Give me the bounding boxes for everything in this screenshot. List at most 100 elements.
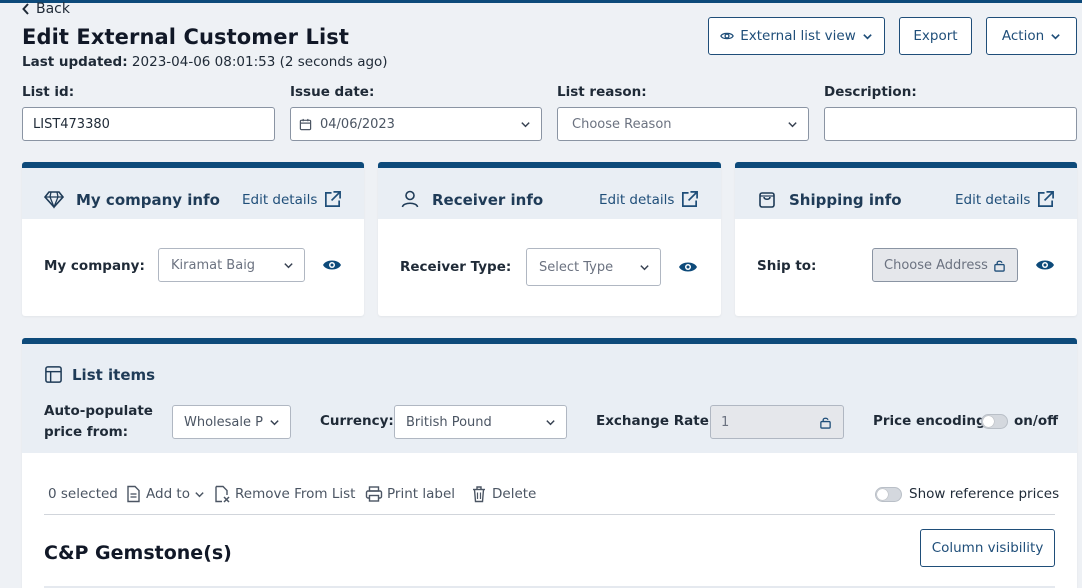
selected-count: 0 selected [48, 486, 118, 502]
chevron-down-icon [788, 122, 797, 128]
currency-label: Currency: [320, 413, 394, 429]
export-button[interactable]: Export [899, 17, 972, 55]
chevron-down-icon [270, 420, 279, 426]
chevron-down-icon [521, 122, 530, 128]
section-title: C&P Gemstone(s) [44, 542, 232, 564]
calendar-icon [299, 118, 312, 130]
external-link-icon [325, 191, 342, 208]
page-title: Edit External Customer List [22, 25, 350, 49]
back-link[interactable]: Back [22, 1, 70, 17]
auto-populate-value: Wholesale P [184, 414, 263, 430]
edit-shipping-details-link[interactable]: Edit details [955, 190, 1055, 209]
list-reason-placeholder: Choose Reason [572, 116, 672, 132]
last-updated-label: Last updated: [22, 54, 128, 70]
eye-icon [720, 32, 735, 40]
show-reference-prices-toggle[interactable] [875, 487, 902, 502]
selected-count-text: 0 selected [48, 486, 118, 502]
issue-date-label: Issue date: [290, 84, 375, 100]
receiver-card: Receiver info Edit details Receiver Type… [378, 162, 721, 316]
trash-icon [473, 486, 485, 503]
auto-populate-label-line-2: price from: [44, 424, 129, 440]
edit-receiver-details-link[interactable]: Edit details [599, 190, 699, 209]
chevron-down-icon [284, 263, 293, 269]
shipping-card: Shipping info Edit details Ship to: Choo… [735, 162, 1077, 316]
price-encoding-toggle-label: on/off [1014, 413, 1059, 429]
eye-icon[interactable] [678, 257, 698, 277]
receiver-type-select[interactable]: Select Type [526, 248, 661, 286]
list-id-label: List id: [22, 84, 75, 100]
issue-date-value: 04/06/2023 [320, 116, 395, 132]
external-list-view-button[interactable]: External list view [708, 17, 885, 55]
edit-company-details-link[interactable]: Edit details [242, 190, 342, 209]
diamond-icon [44, 191, 64, 209]
choose-address-placeholder: Choose Address [884, 257, 988, 273]
auto-populate-label: Auto-populate price from: [44, 401, 153, 443]
printer-icon [365, 486, 383, 502]
card-title: Receiver info [432, 191, 544, 209]
list-id-input[interactable]: LIST473380 [22, 107, 275, 141]
divider [44, 514, 1055, 515]
chevron-down-icon [640, 265, 649, 271]
add-to-label: Add to [146, 486, 190, 502]
my-company-value: Kiramat Baig [171, 257, 256, 273]
price-encoding-toggle[interactable] [981, 414, 1008, 429]
user-icon [401, 190, 419, 208]
my-company-select[interactable]: Kiramat Baig [158, 248, 305, 282]
column-visibility-button[interactable]: Column visibility [920, 529, 1055, 567]
eye-icon[interactable] [322, 255, 342, 275]
delete-button[interactable]: Delete [470, 485, 536, 503]
list-items-title: List items [72, 366, 156, 384]
receiver-type-label: Receiver Type: [400, 259, 512, 275]
chevron-down-icon [546, 420, 555, 426]
last-updated: Last updated: 2023-04-06 08:01:53 (2 sec… [22, 54, 388, 70]
my-company-label: My company: [44, 258, 145, 274]
chevron-down-icon [195, 491, 204, 497]
receiver-type-placeholder: Select Type [539, 259, 614, 275]
auto-populate-select[interactable]: Wholesale P [172, 405, 291, 439]
lock-icon [994, 260, 1005, 272]
my-company-card: My company info Edit details My company:… [22, 162, 364, 316]
chevron-left-icon [22, 3, 29, 15]
column-visibility-label: Column visibility [931, 540, 1044, 556]
remove-label: Remove From List [235, 486, 356, 502]
list-reason-select[interactable]: Choose Reason [557, 107, 809, 141]
remove-from-list-button[interactable]: Remove From List [213, 485, 355, 503]
choose-address-select[interactable]: Choose Address [872, 248, 1018, 282]
action-button[interactable]: Action [986, 17, 1077, 55]
show-reference-prices-label: Show reference prices [909, 486, 1060, 502]
chevron-down-icon [862, 33, 872, 40]
issue-date-input[interactable]: 04/06/2023 [290, 107, 542, 141]
shopping-bag-icon [759, 192, 775, 208]
delete-label: Delete [492, 486, 537, 502]
lock-icon [820, 417, 831, 429]
external-list-view-label: External list view [740, 28, 856, 44]
exchange-rate-value: 1 [721, 414, 730, 430]
print-label-button[interactable]: Print label [365, 485, 455, 503]
export-label: Export [913, 28, 958, 44]
card-title: Shipping info [789, 191, 902, 209]
top-accent-bar [0, 0, 1082, 3]
exchange-rate-input[interactable]: 1 [710, 405, 844, 439]
table-icon [45, 366, 62, 383]
auto-populate-label-line-1: Auto-populate [44, 403, 153, 419]
eye-icon[interactable] [1035, 255, 1055, 275]
price-encoding-label: Price encoding: [873, 413, 992, 429]
exchange-rate-label: Exchange Rate: [596, 413, 715, 429]
list-reason-label: List reason: [557, 84, 647, 100]
external-link-icon [1038, 191, 1055, 208]
back-label: Back [36, 1, 70, 17]
list-id-value: LIST473380 [33, 116, 110, 132]
edit-details-label: Edit details [242, 191, 318, 208]
chevron-down-icon [1051, 33, 1060, 40]
description-label: Description: [824, 84, 917, 100]
currency-select[interactable]: British Pound [394, 405, 567, 439]
list-items-panel: List items Auto-populate price from: Who… [22, 338, 1077, 588]
card-title: My company info [76, 191, 220, 209]
ship-to-label: Ship to: [757, 258, 817, 274]
action-label: Action [1001, 28, 1045, 44]
description-input[interactable] [824, 107, 1077, 141]
currency-value: British Pound [406, 414, 492, 430]
add-to-button[interactable]: Add to [124, 485, 205, 503]
edit-details-label: Edit details [955, 191, 1031, 208]
last-updated-value: 2023-04-06 08:01:53 (2 seconds ago) [131, 54, 388, 70]
